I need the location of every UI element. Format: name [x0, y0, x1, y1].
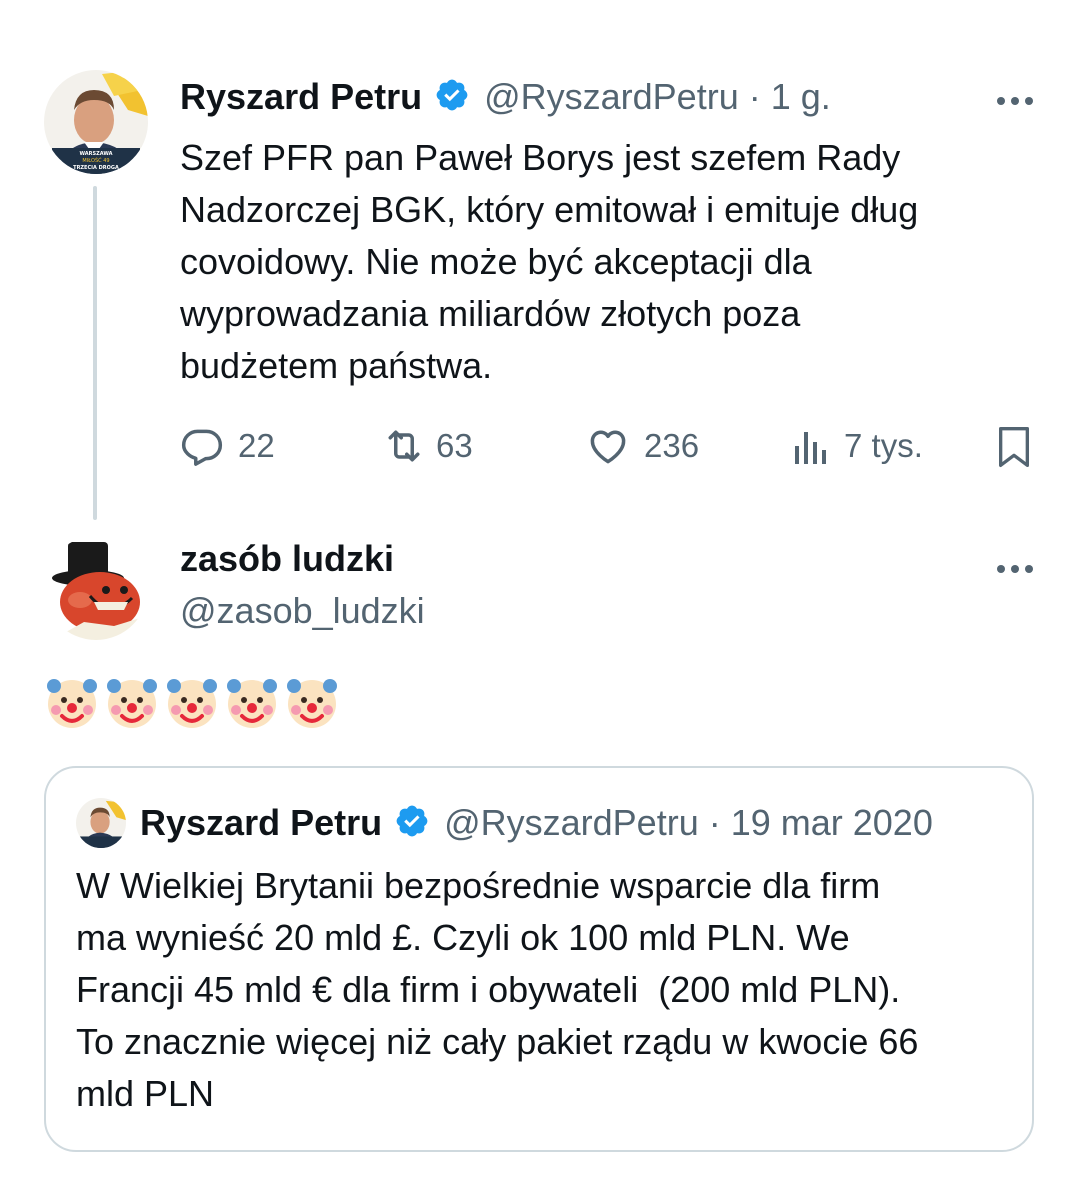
author-handle[interactable]: @RyszardPetru [484, 76, 739, 118]
like-count: 236 [644, 427, 700, 464]
reply-more-options-icon[interactable] [996, 548, 1034, 582]
clown-face-icon [287, 679, 337, 728]
avatar-caption-line-1: WARSZAWA [79, 151, 112, 157]
clown-face-icon [47, 679, 97, 728]
repost-count: 63 [436, 427, 473, 464]
heart-icon [586, 424, 630, 468]
views-count: 7 tys. [844, 427, 923, 464]
tweet-header: Ryszard Petru @RyszardPetru · 1 g. [180, 76, 831, 118]
reply-author-name[interactable]: zasób ludzki [180, 538, 394, 580]
reply-button[interactable]: 22 [180, 424, 275, 468]
clown-face-icon [227, 679, 277, 728]
quoted-author-handle: @RyszardPetru [444, 802, 699, 843]
reply-count: 22 [238, 427, 275, 464]
quoted-verified-badge-icon [394, 803, 430, 844]
author-avatar[interactable]: WARSZAWA MIŁOŚĆ 49 TRZECIA DROGA [44, 70, 148, 174]
reply-author-avatar[interactable] [44, 536, 148, 640]
avatar-caption-line-2: MIŁOŚĆ 49 [82, 157, 109, 164]
reply-header: zasób ludzki [180, 538, 394, 580]
quoted-author-name: Ryszard Petru [140, 802, 383, 843]
reply-handle-row: @zasob_ludzki [180, 590, 425, 632]
reply-emoji-row: 🤡 🤡 🤡 🤡 🤡 [44, 674, 340, 730]
reply-author-handle[interactable]: @zasob_ludzki [180, 590, 425, 632]
clown-face-icon [167, 679, 217, 728]
repost-button[interactable]: 63 [382, 424, 473, 468]
reply-icon [180, 424, 224, 468]
like-button[interactable]: 236 [586, 424, 699, 468]
more-options-icon[interactable] [996, 80, 1034, 114]
quoted-tweet-header: Ryszard Petru @RyszardPetru · 19 mar 202… [140, 802, 933, 844]
bookmark-button[interactable] [994, 424, 1034, 470]
avatar-caption-line-3: TRZECIA DROGA [73, 165, 119, 171]
bookmark-icon [994, 424, 1034, 470]
views-button[interactable]: 7 tys. [792, 424, 923, 468]
quoted-tweet-date: · 19 mar 2020 [708, 802, 933, 843]
thread-connector-line [93, 186, 97, 520]
quoted-tweet-text: W Wielkiej Brytanii bezpośrednie wsparci… [76, 865, 919, 1114]
repost-icon [382, 424, 426, 468]
verified-badge-icon [434, 77, 470, 118]
tweet-text: Szef PFR pan Paweł Borys jest szefem Rad… [180, 137, 919, 386]
quoted-author-avatar[interactable] [76, 798, 126, 848]
tweet-timestamp[interactable]: · 1 g. [749, 76, 831, 118]
analytics-icon [792, 424, 832, 468]
author-name[interactable]: Ryszard Petru [180, 76, 422, 118]
clown-face-icon [107, 679, 157, 728]
